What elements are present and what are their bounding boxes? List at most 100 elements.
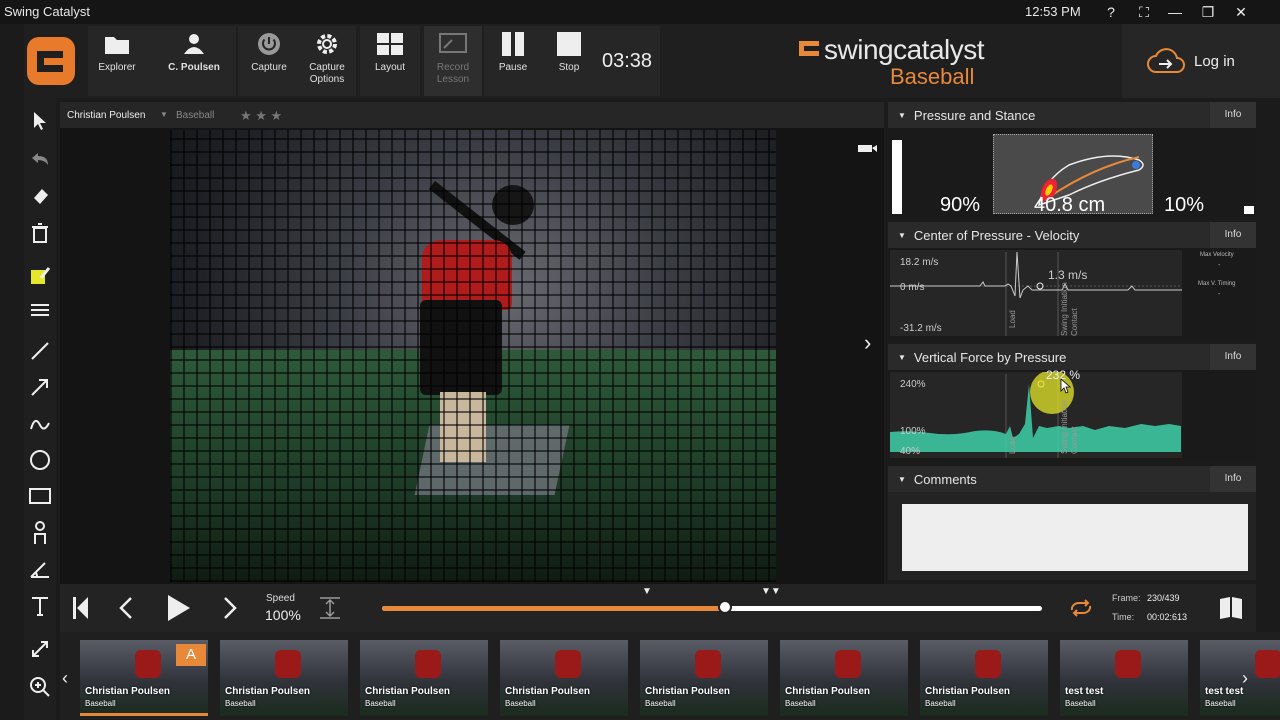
line-width-tool[interactable] — [24, 295, 56, 325]
frame-label: Frame: — [1112, 593, 1141, 603]
session-thumbnail[interactable]: Christian Poulsen Baseball — [220, 640, 348, 716]
minimize-button[interactable]: — — [1164, 2, 1186, 22]
trim-icon[interactable] — [318, 596, 342, 625]
comments-header[interactable]: ▼ Comments — [888, 466, 1256, 492]
thumbnail-figure — [135, 650, 161, 678]
timeline-handle[interactable] — [718, 600, 732, 614]
video-viewer[interactable] — [60, 128, 884, 584]
arrow-icon — [31, 379, 48, 396]
pressure-stance-info-button[interactable]: Info — [1210, 102, 1256, 128]
fit-screen-button[interactable]: ⛶ — [1133, 2, 1155, 22]
brand-subtitle: Baseball — [890, 64, 975, 89]
pressure-stance-header[interactable]: ▼ Pressure and Stance — [888, 102, 1256, 128]
trash-icon — [32, 223, 48, 243]
marker-icon[interactable]: ▼▼ — [761, 586, 781, 597]
expand-panel-chevron-icon[interactable]: › — [864, 330, 871, 356]
thumbnail-figure — [1115, 650, 1141, 678]
close-button[interactable]: ✕ — [1230, 2, 1252, 22]
pause-button[interactable]: Pause — [484, 26, 542, 96]
session-thumbnail[interactable]: Christian Poulsen Baseball — [640, 640, 768, 716]
vertical-force-header[interactable]: ▼ Vertical Force by Pressure — [888, 344, 1256, 370]
mouse-cursor-icon — [1060, 378, 1072, 399]
session-thumbnail[interactable]: test test Baseball — [1060, 640, 1188, 716]
thumbnail-sport: Baseball — [365, 699, 396, 708]
force-load-label: Load — [1008, 436, 1017, 454]
user-button[interactable]: C. Poulsen — [158, 26, 230, 96]
session-thumbnail[interactable]: Christian Poulsen Baseball — [360, 640, 488, 716]
capture-options-button[interactable]: Capture Options — [298, 26, 356, 96]
marker-icon[interactable]: ▼ — [642, 586, 652, 597]
vertical-force-body: 240% 100% 40% 232 % Load Swing Initiatio… — [888, 368, 1256, 462]
bookmarks-icon[interactable] — [1218, 596, 1246, 625]
rating-stars[interactable]: ★ ★ ★ — [240, 108, 282, 124]
rectangle-tool[interactable] — [24, 481, 56, 511]
color-tool[interactable] — [24, 260, 56, 290]
curve-tool[interactable] — [24, 408, 56, 438]
comments-textarea[interactable] — [902, 504, 1248, 571]
thumbnail-sport: Baseball — [645, 699, 676, 708]
collapse-icon[interactable]: ▼ — [898, 111, 906, 120]
vertical-force-chart — [890, 372, 1182, 458]
cop-velocity-header[interactable]: ▼ Center of Pressure - Velocity — [888, 222, 1256, 248]
undo-tool[interactable] — [24, 144, 56, 174]
session-thumbnail[interactable]: Christian Poulsen Baseball A — [80, 640, 208, 716]
line-tool[interactable] — [24, 336, 56, 366]
gear-icon — [298, 26, 356, 62]
play-icon[interactable] — [166, 594, 192, 627]
delete-tool[interactable] — [24, 218, 56, 248]
comments-info-button[interactable]: Info — [1210, 466, 1256, 492]
help-button[interactable]: ? — [1100, 2, 1122, 22]
skip-to-start-icon[interactable] — [72, 596, 90, 625]
pointer-tool[interactable] — [24, 106, 56, 136]
cop-velocity-panel: ▼ Center of Pressure - Velocity Info 18.2… — [888, 222, 1256, 340]
stop-button[interactable]: Stop — [540, 26, 598, 96]
record-lesson-button[interactable]: Record Lesson — [424, 26, 482, 96]
vertical-force-info-button[interactable]: Info — [1210, 344, 1256, 370]
step-back-icon[interactable] — [118, 596, 134, 625]
video-frame[interactable] — [170, 130, 776, 582]
body-tool[interactable] — [24, 518, 56, 548]
login-button[interactable]: Log in — [1122, 24, 1280, 98]
cop-y-zero: 0 m/s — [900, 282, 925, 293]
maximize-button[interactable]: ❐ — [1197, 2, 1219, 22]
cop-velocity-info-button[interactable]: Info — [1210, 222, 1256, 248]
collapse-icon[interactable]: ▼ — [898, 353, 906, 362]
strip-next-chevron-icon[interactable]: › — [1242, 668, 1248, 689]
step-forward-icon[interactable] — [222, 596, 238, 625]
thumbnail-figure — [695, 650, 721, 678]
thumbnail-sport: Baseball — [1205, 699, 1236, 708]
grid-icon — [361, 26, 419, 62]
collapse-icon[interactable]: ▼ — [898, 231, 906, 240]
session-thumbnail[interactable]: Christian Poulsen Baseball — [920, 640, 1048, 716]
strip-prev-chevron-icon[interactable]: ‹ — [62, 668, 68, 689]
session-thumbnail[interactable]: test test Baseball — [1200, 640, 1280, 716]
explorer-button[interactable]: Explorer — [88, 26, 146, 96]
speed-value[interactable]: 100% — [265, 607, 301, 623]
session-thumbnail[interactable]: Christian Poulsen Baseball — [780, 640, 908, 716]
zoom-tool[interactable] — [24, 672, 56, 702]
circle-tool[interactable] — [24, 445, 56, 475]
layout-button[interactable]: Layout — [361, 26, 419, 96]
capture-label: Capture — [251, 62, 287, 73]
angle-tool[interactable] — [24, 554, 56, 584]
thumbnail-sport: Baseball — [85, 699, 116, 708]
camera-icon[interactable] — [858, 140, 878, 158]
collapse-icon[interactable]: ▼ — [898, 475, 906, 484]
eraser-tool[interactable] — [24, 181, 56, 211]
athlete-name[interactable]: Christian Poulsen — [67, 110, 145, 121]
rectangle-icon — [29, 488, 51, 504]
arrow-tool[interactable] — [24, 372, 56, 402]
batting-cage-net — [170, 130, 776, 582]
thumbnail-name: Christian Poulsen — [785, 686, 871, 697]
expand-tool[interactable] — [24, 634, 56, 664]
time-label: Time: — [1112, 612, 1135, 622]
dropdown-icon[interactable]: ▼ — [160, 110, 168, 119]
sport-name[interactable]: Baseball — [176, 110, 214, 121]
text-tool[interactable] — [24, 591, 56, 621]
cop-contact-label: Contact — [1070, 308, 1079, 336]
loop-icon[interactable] — [1068, 598, 1094, 623]
whiteboard-icon — [424, 26, 482, 62]
capture-button[interactable]: Capture — [240, 26, 298, 96]
playback-controls: Speed 100% ▼ ▼▼ Frame: 230/439 Time: 00:… — [60, 584, 1256, 632]
session-thumbnail[interactable]: Christian Poulsen Baseball — [500, 640, 628, 716]
